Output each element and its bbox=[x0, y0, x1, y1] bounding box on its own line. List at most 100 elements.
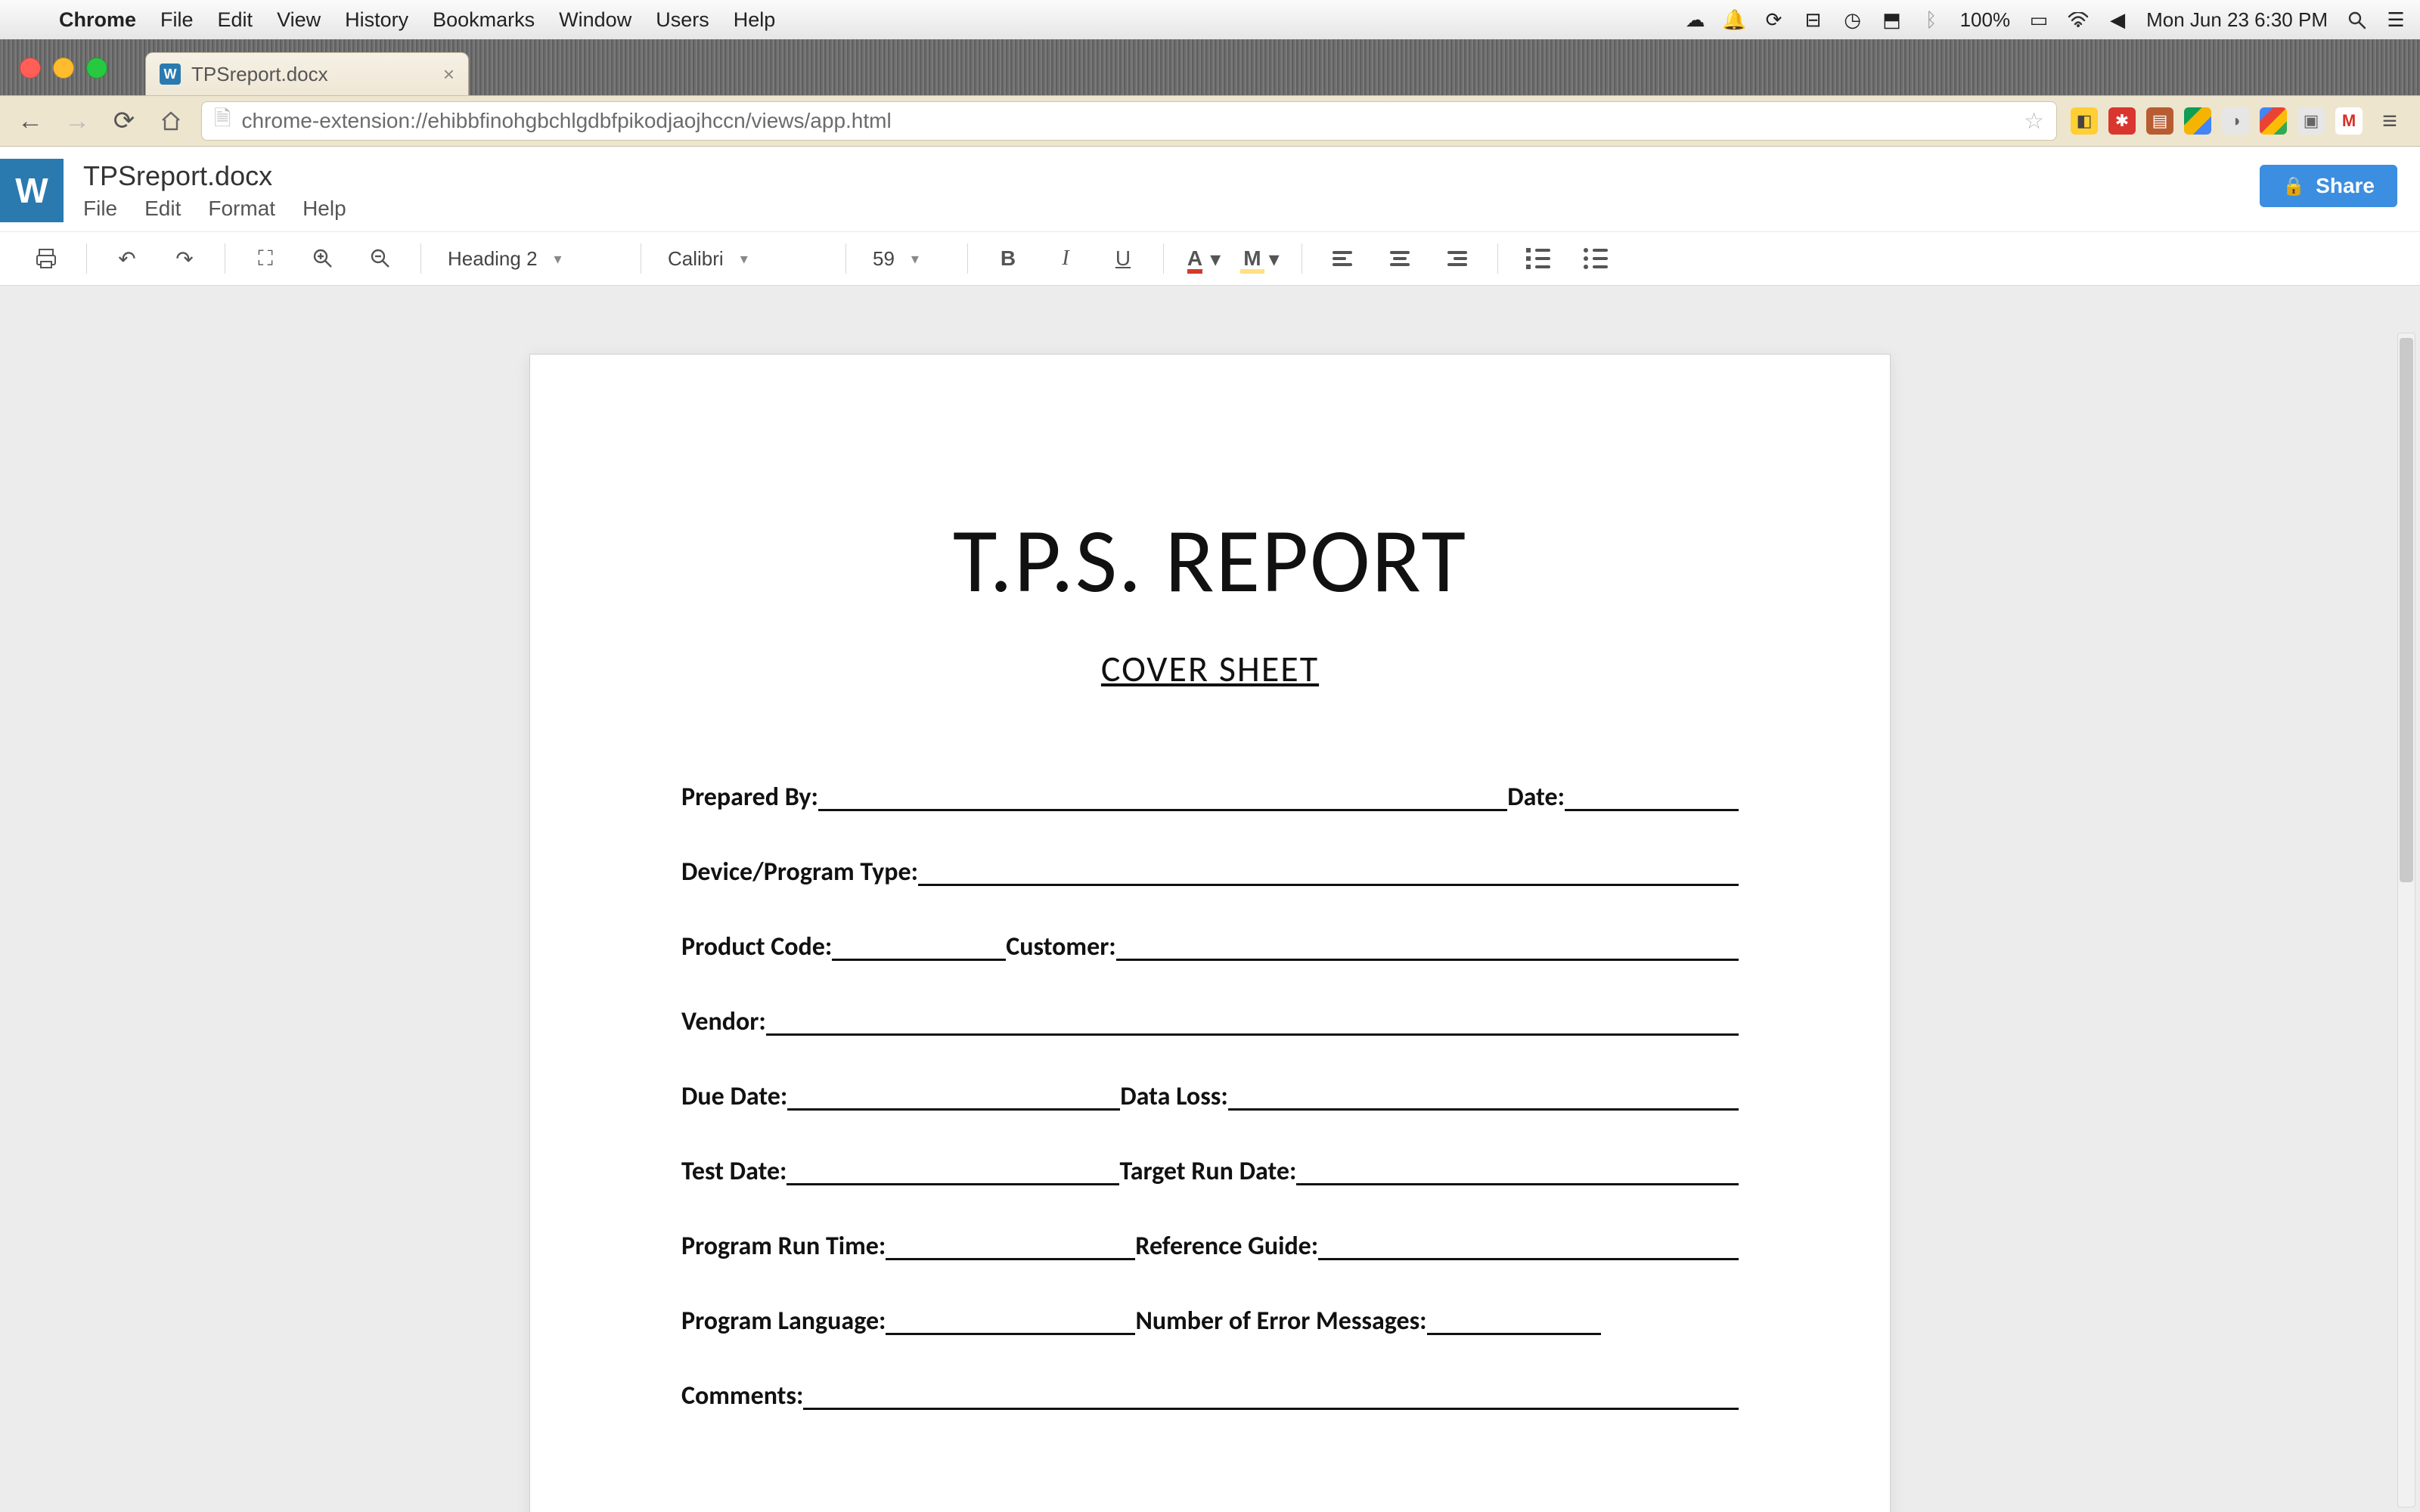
browser-tab[interactable]: W TPSreport.docx × bbox=[145, 52, 469, 95]
mac-menu-view[interactable]: View bbox=[277, 8, 321, 32]
align-left-button[interactable] bbox=[1317, 240, 1367, 277]
paragraph-style-select[interactable]: Heading 2 ▾ bbox=[436, 239, 625, 278]
ext-google-icon[interactable] bbox=[2260, 107, 2287, 135]
blank-device-type[interactable] bbox=[918, 881, 1739, 886]
nav-back-button[interactable]: ← bbox=[14, 104, 47, 138]
nav-reload-button[interactable]: ⟳ bbox=[107, 104, 141, 138]
zoom-in-button[interactable] bbox=[298, 240, 348, 277]
label-customer: Customer: bbox=[1006, 931, 1115, 962]
app-logo-icon[interactable]: W bbox=[0, 159, 64, 222]
undo-button[interactable]: ↶ bbox=[102, 240, 152, 277]
blank-program-language[interactable] bbox=[886, 1331, 1135, 1335]
chrome-menu-button[interactable]: ≡ bbox=[2373, 104, 2406, 138]
mac-menu-file[interactable]: File bbox=[160, 8, 194, 32]
address-bar[interactable]: 🗎 chrome-extension://ehibbfinohgbchlgdbf… bbox=[201, 101, 2057, 141]
blank-comments[interactable] bbox=[803, 1405, 1739, 1410]
nav-home-button[interactable] bbox=[154, 104, 188, 138]
bell-icon[interactable]: 🔔 bbox=[1724, 9, 1745, 30]
underline-button[interactable]: U bbox=[1098, 240, 1148, 277]
blank-data-loss[interactable] bbox=[1228, 1106, 1739, 1111]
chevron-down-icon: ▾ bbox=[740, 249, 748, 268]
ext-drive-icon[interactable] bbox=[2184, 107, 2211, 135]
blank-customer[interactable] bbox=[1116, 956, 1739, 961]
wifi-icon[interactable] bbox=[2068, 9, 2089, 30]
font-size-select[interactable]: 59 ▾ bbox=[861, 239, 952, 278]
battery-icon[interactable]: ▭ bbox=[2028, 9, 2049, 30]
align-center-button[interactable] bbox=[1375, 240, 1425, 277]
fit-to-page-button[interactable]: ⛶ bbox=[240, 240, 290, 277]
blank-test-date[interactable] bbox=[786, 1181, 1119, 1185]
display-icon[interactable]: ⊟ bbox=[1803, 9, 1824, 30]
extension-icons: ◧ ✱ ▤ ◑ ▣ M ≡ bbox=[2071, 104, 2406, 138]
ext-icon-5[interactable]: ◑ bbox=[2222, 107, 2249, 135]
ext-gmail-icon[interactable]: M bbox=[2335, 107, 2363, 135]
volume-icon[interactable]: ◀ bbox=[2107, 9, 2128, 30]
doc-menu-format[interactable]: Format bbox=[208, 197, 275, 221]
nav-forward-button[interactable]: → bbox=[60, 104, 94, 138]
window-minimize-button[interactable] bbox=[53, 57, 74, 79]
bold-button[interactable]: B bbox=[983, 240, 1033, 277]
label-product-code: Product Code: bbox=[681, 931, 832, 962]
window-close-button[interactable] bbox=[20, 57, 41, 79]
tab-favicon-icon: W bbox=[160, 64, 181, 85]
bookmark-star-icon[interactable]: ☆ bbox=[2024, 108, 2044, 135]
blank-prepared-by[interactable] bbox=[818, 807, 1507, 811]
redo-button[interactable]: ↷ bbox=[160, 240, 209, 277]
blank-program-run-time[interactable] bbox=[886, 1256, 1135, 1260]
document-page[interactable]: T.P.S. REPORT COVER SHEET Prepared By: D… bbox=[529, 354, 1891, 1512]
ext-icon-2[interactable]: ✱ bbox=[2108, 107, 2136, 135]
lock-icon: 🔒 bbox=[2282, 175, 2305, 197]
bluetooth-icon[interactable]: ᛒ bbox=[1921, 9, 1942, 30]
document-title[interactable]: TPSreport.docx bbox=[83, 160, 346, 192]
apple-logo-icon[interactable] bbox=[14, 9, 35, 30]
share-button[interactable]: 🔒 Share bbox=[2260, 165, 2397, 207]
mac-menu-window[interactable]: Window bbox=[559, 8, 631, 32]
blank-due-date[interactable] bbox=[787, 1106, 1120, 1111]
ext-icon-7[interactable]: ▣ bbox=[2297, 107, 2325, 135]
document-canvas[interactable]: T.P.S. REPORT COVER SHEET Prepared By: D… bbox=[0, 331, 2420, 1512]
font-family-select[interactable]: Calibri ▾ bbox=[656, 239, 830, 278]
blank-reference-guide[interactable] bbox=[1318, 1256, 1739, 1260]
blank-product-code[interactable] bbox=[832, 956, 1006, 961]
blank-target-run-date[interactable] bbox=[1296, 1181, 1739, 1185]
notification-center-icon[interactable]: ☰ bbox=[2385, 9, 2406, 30]
timemachine-icon[interactable]: ◷ bbox=[1842, 9, 1863, 30]
doc-menu-help[interactable]: Help bbox=[302, 197, 346, 221]
doc-header: W TPSreport.docx File Edit Format Help 🔒… bbox=[0, 147, 2420, 286]
spotlight-icon[interactable] bbox=[2346, 9, 2367, 30]
window-zoom-button[interactable] bbox=[86, 57, 107, 79]
highlight-color-button[interactable]: M ▾ bbox=[1236, 240, 1286, 277]
doc-menu-edit[interactable]: Edit bbox=[144, 197, 181, 221]
bulleted-list-button[interactable] bbox=[1571, 240, 1621, 277]
ext-icon-3[interactable]: ▤ bbox=[2146, 107, 2173, 135]
sync-icon[interactable]: ⟳ bbox=[1764, 9, 1785, 30]
mac-menu-bookmarks[interactable]: Bookmarks bbox=[433, 8, 535, 32]
menu-clock[interactable]: Mon Jun 23 6:30 PM bbox=[2146, 8, 2328, 32]
blank-num-error-messages[interactable] bbox=[1427, 1331, 1601, 1335]
label-target-run-date: Target Run Date: bbox=[1119, 1156, 1296, 1187]
cloud-icon[interactable]: ☁︎ bbox=[1685, 9, 1706, 30]
mac-app-name[interactable]: Chrome bbox=[59, 8, 136, 32]
label-test-date: Test Date: bbox=[681, 1156, 786, 1187]
tab-close-button[interactable]: × bbox=[443, 63, 455, 86]
chevron-down-icon: ▾ bbox=[1269, 246, 1280, 271]
blank-vendor[interactable] bbox=[766, 1031, 1739, 1036]
print-button[interactable] bbox=[21, 240, 71, 277]
vertical-scrollbar[interactable] bbox=[2397, 333, 2415, 1507]
dropbox-icon[interactable]: ⬒ bbox=[1882, 9, 1903, 30]
mac-menu-edit[interactable]: Edit bbox=[218, 8, 253, 32]
ext-icon-1[interactable]: ◧ bbox=[2071, 107, 2098, 135]
zoom-out-button[interactable] bbox=[355, 240, 405, 277]
blank-date[interactable] bbox=[1565, 807, 1739, 811]
align-right-button[interactable] bbox=[1432, 240, 1482, 277]
scrollbar-thumb[interactable] bbox=[2400, 338, 2413, 882]
numbered-list-button[interactable] bbox=[1513, 240, 1563, 277]
mac-menu-help[interactable]: Help bbox=[734, 8, 776, 32]
mac-menu-history[interactable]: History bbox=[345, 8, 408, 32]
text-color-button[interactable]: A ▾ bbox=[1179, 240, 1229, 277]
mac-menu-users[interactable]: Users bbox=[656, 8, 709, 32]
row-lang-errors: Program Language: Number of Error Messag… bbox=[681, 1306, 1739, 1337]
italic-button[interactable]: I bbox=[1041, 240, 1091, 277]
label-program-run-time: Program Run Time: bbox=[681, 1231, 886, 1262]
doc-menu-file[interactable]: File bbox=[83, 197, 117, 221]
